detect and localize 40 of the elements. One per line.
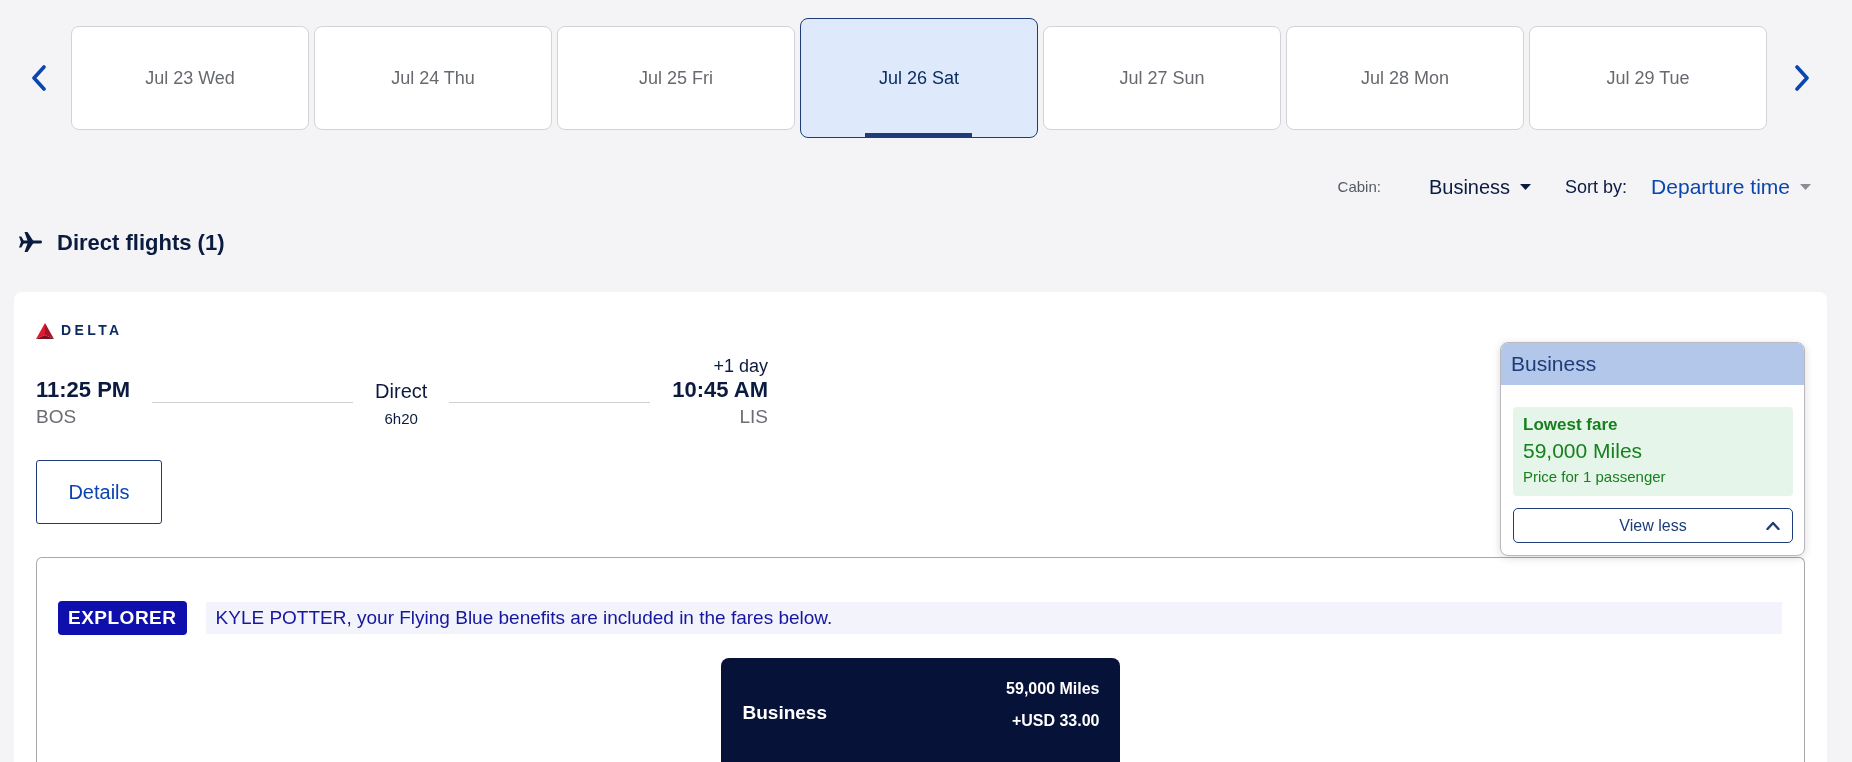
lowest-fare-price: 59,000 Miles (1523, 438, 1644, 464)
view-less-button[interactable]: View less (1513, 508, 1793, 543)
chevron-right-icon (1794, 65, 1810, 91)
airline-name: DELTA (61, 321, 123, 340)
arrival-time: 10:45 AM (672, 377, 768, 403)
tier-badge: EXPLORER (58, 601, 187, 635)
triangle-logo-icon (36, 322, 54, 339)
benefits-message: KYLE POTTER, your Flying Blue benefits are included in the fares below. (205, 602, 1782, 634)
fare-card[interactable]: Business 59,000 Miles +USD 33.00 (720, 658, 1120, 762)
departure-time: 11:25 PM (36, 377, 131, 403)
sort-label: Sort by: (1565, 175, 1628, 199)
caret-icon (1800, 184, 1811, 190)
date-tab[interactable]: Jul 26 Sat (800, 18, 1038, 138)
date-tab[interactable]: Jul 28 Mon (1286, 26, 1524, 130)
sort-dropdown[interactable]: Departure time (1651, 171, 1811, 203)
chevron-left-icon (31, 65, 47, 91)
price-note: Price for 1 passenger (1523, 467, 1667, 487)
previous-dates-button[interactable] (31, 65, 47, 91)
date-tab[interactable]: Jul 25 Fri (557, 26, 795, 130)
fare-miles: 59,000 Miles (1006, 679, 1100, 699)
fare-cabin: Business (742, 701, 827, 725)
cabin-dropdown[interactable]: Business (1428, 172, 1532, 202)
caret-icon (1520, 184, 1532, 190)
popup-cabin-header: Business (1501, 343, 1804, 385)
lowest-fare-label: Lowest fare (1523, 414, 1619, 436)
fare-cash: +USD 33.00 (1010, 711, 1100, 731)
date-tab[interactable]: Jul 29 Tue (1529, 26, 1767, 130)
airplane-icon (18, 230, 44, 254)
departure-airport: BOS (36, 405, 78, 429)
stops-label: Direct (375, 379, 428, 403)
flight-duration: 6h20 (383, 409, 419, 429)
section-title: Direct flights (1) (57, 228, 225, 257)
cabin-label: Cabin: (1337, 176, 1381, 197)
arrival-airport: LIS (738, 405, 768, 429)
day-offset: +1 day (712, 355, 768, 377)
next-dates-button[interactable] (1794, 65, 1810, 91)
details-button[interactable]: Details (36, 460, 162, 524)
date-tab[interactable]: Jul 27 Sun (1043, 26, 1281, 130)
date-tab[interactable]: Jul 23 Wed (71, 26, 309, 130)
date-tab[interactable]: Jul 24 Thu (314, 26, 552, 130)
